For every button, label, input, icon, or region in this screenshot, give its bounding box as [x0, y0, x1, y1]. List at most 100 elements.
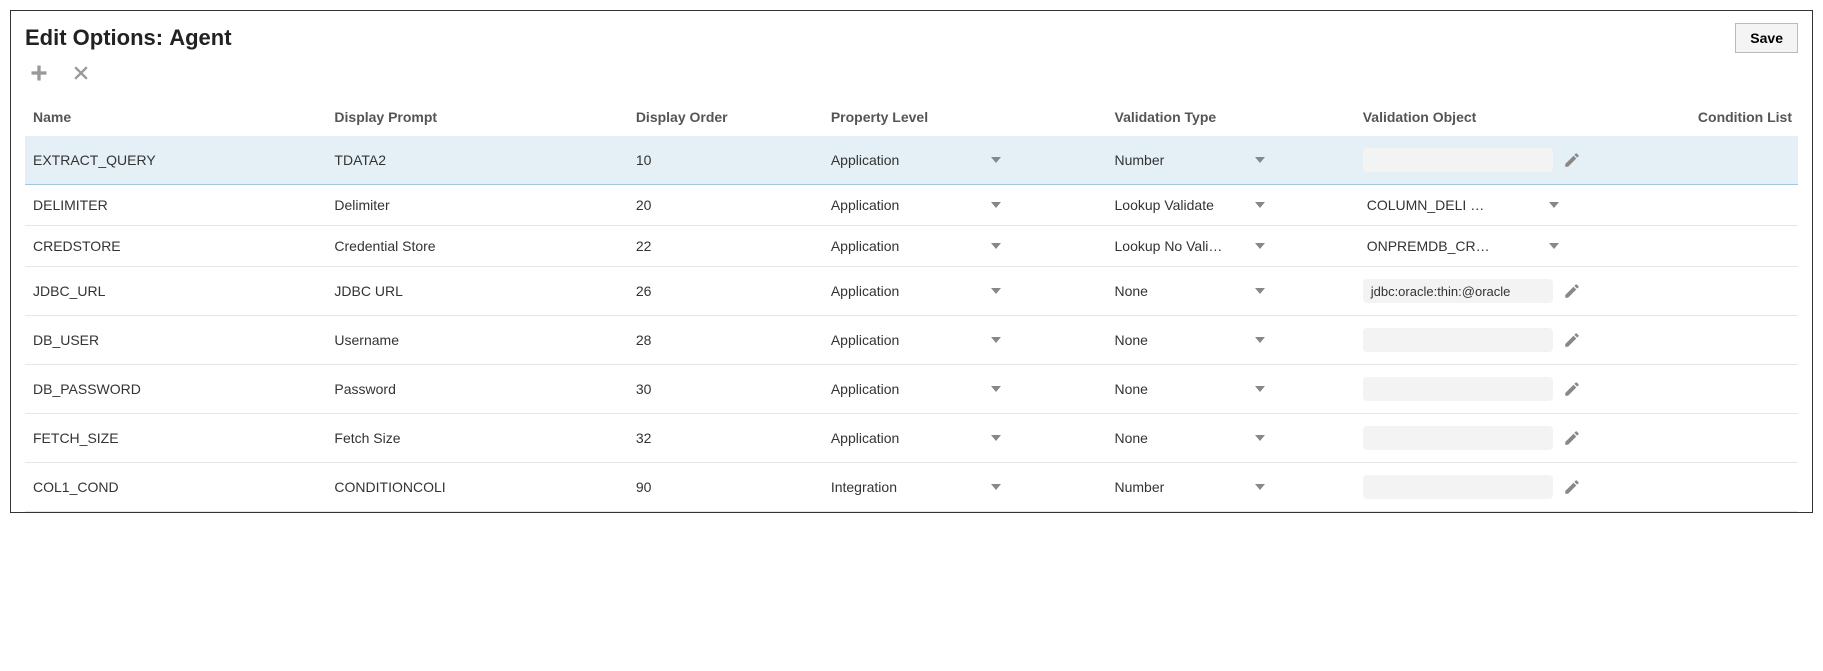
- validation-type-dropdown[interactable]: Lookup No Vali…: [1115, 238, 1265, 254]
- validation-object-dropdown[interactable]: COLUMN_DELI …: [1363, 197, 1563, 213]
- table-row[interactable]: DELIMITERDelimiter20 Application Lookup Va…: [25, 185, 1798, 226]
- table-row[interactable]: CREDSTORECredential Store22 Application Lo…: [25, 226, 1798, 267]
- validation-object-field[interactable]: [1363, 426, 1553, 450]
- chevron-down-icon: [1255, 288, 1265, 294]
- property-level-value: Application: [831, 197, 900, 213]
- validation-type-dropdown[interactable]: None: [1115, 381, 1265, 397]
- property-level-dropdown[interactable]: Application: [831, 197, 1001, 213]
- cell-display-prompt[interactable]: Username: [326, 316, 627, 365]
- validation-object-field[interactable]: jdbc:oracle:thin:@oracle: [1363, 279, 1553, 303]
- cell-validation-object: [1355, 136, 1656, 185]
- pencil-icon[interactable]: [1563, 331, 1581, 349]
- validation-type-dropdown[interactable]: None: [1115, 283, 1265, 299]
- title-prefix: Edit Options:: [25, 25, 169, 50]
- cell-name[interactable]: JDBC_URL: [25, 267, 326, 316]
- cell-display-order[interactable]: 26: [628, 267, 823, 316]
- chevron-down-icon: [991, 337, 1001, 343]
- validation-type-value: None: [1115, 381, 1148, 397]
- table-row[interactable]: FETCH_SIZEFetch Size32 Application None: [25, 414, 1798, 463]
- cell-display-prompt[interactable]: TDATA2: [326, 136, 627, 185]
- pencil-icon[interactable]: [1563, 151, 1581, 169]
- col-header-property-level[interactable]: Property Level: [823, 101, 1107, 136]
- validation-type-dropdown[interactable]: Number: [1115, 152, 1265, 168]
- property-level-dropdown[interactable]: Application: [831, 332, 1001, 348]
- table-row[interactable]: EXTRACT_QUERYTDATA210 Application Number: [25, 136, 1798, 185]
- delete-icon[interactable]: [71, 63, 91, 83]
- validation-object-value: COLUMN_DELI …: [1367, 197, 1484, 213]
- cell-name[interactable]: DB_USER: [25, 316, 326, 365]
- validation-type-value: None: [1115, 332, 1148, 348]
- cell-validation-type: None: [1107, 316, 1355, 365]
- cell-validation-type: Number: [1107, 136, 1355, 185]
- cell-validation-object: COLUMN_DELI …: [1355, 185, 1656, 226]
- cell-display-prompt[interactable]: Password: [326, 365, 627, 414]
- validation-object-field[interactable]: [1363, 148, 1553, 172]
- cell-validation-object: [1355, 414, 1656, 463]
- cell-display-order[interactable]: 30: [628, 365, 823, 414]
- pencil-icon[interactable]: [1563, 380, 1581, 398]
- table-row[interactable]: DB_USERUsername28 Application None: [25, 316, 1798, 365]
- cell-display-prompt[interactable]: Delimiter: [326, 185, 627, 226]
- cell-property-level: Application: [823, 185, 1107, 226]
- validation-object-field[interactable]: [1363, 475, 1553, 499]
- validation-object-field[interactable]: [1363, 328, 1553, 352]
- cell-display-order[interactable]: 32: [628, 414, 823, 463]
- validation-object-field[interactable]: [1363, 377, 1553, 401]
- cell-name[interactable]: FETCH_SIZE: [25, 414, 326, 463]
- col-header-validation-object[interactable]: Validation Object: [1355, 101, 1656, 136]
- cell-display-order[interactable]: 20: [628, 185, 823, 226]
- cell-display-prompt[interactable]: Fetch Size: [326, 414, 627, 463]
- table-row[interactable]: JDBC_URLJDBC URL26 Application None jdbc:or…: [25, 267, 1798, 316]
- cell-display-order[interactable]: 22: [628, 226, 823, 267]
- cell-validation-type: None: [1107, 365, 1355, 414]
- validation-type-dropdown[interactable]: None: [1115, 332, 1265, 348]
- col-header-display-prompt[interactable]: Display Prompt: [326, 101, 627, 136]
- col-header-condition-list[interactable]: Condition List: [1656, 101, 1798, 136]
- chevron-down-icon: [1255, 435, 1265, 441]
- validation-type-value: Lookup No Vali…: [1115, 238, 1223, 254]
- pencil-icon[interactable]: [1563, 282, 1581, 300]
- property-level-dropdown[interactable]: Application: [831, 152, 1001, 168]
- cell-display-prompt[interactable]: CONDITIONCOLI: [326, 463, 627, 512]
- validation-type-dropdown[interactable]: None: [1115, 430, 1265, 446]
- save-button[interactable]: Save: [1735, 23, 1798, 53]
- property-level-dropdown[interactable]: Application: [831, 238, 1001, 254]
- property-level-value: Application: [831, 381, 900, 397]
- cell-display-order[interactable]: 90: [628, 463, 823, 512]
- property-level-dropdown[interactable]: Application: [831, 430, 1001, 446]
- cell-display-order[interactable]: 10: [628, 136, 823, 185]
- property-level-dropdown[interactable]: Application: [831, 283, 1001, 299]
- cell-condition-list: [1656, 316, 1798, 365]
- col-header-validation-type[interactable]: Validation Type: [1107, 101, 1355, 136]
- validation-object-dropdown[interactable]: ONPREMDB_CR…: [1363, 238, 1563, 254]
- cell-validation-object: [1355, 316, 1656, 365]
- edit-options-panel: Edit Options: Agent Save Name Display Pr…: [10, 10, 1813, 513]
- cell-name[interactable]: EXTRACT_QUERY: [25, 136, 326, 185]
- cell-name[interactable]: COL1_COND: [25, 463, 326, 512]
- table-row[interactable]: DB_PASSWORDPassword30 Application None: [25, 365, 1798, 414]
- cell-display-order[interactable]: 28: [628, 316, 823, 365]
- cell-display-prompt[interactable]: JDBC URL: [326, 267, 627, 316]
- chevron-down-icon: [1255, 484, 1265, 490]
- chevron-down-icon: [991, 386, 1001, 392]
- property-level-value: Application: [831, 283, 900, 299]
- pencil-icon[interactable]: [1563, 478, 1581, 496]
- validation-type-value: Lookup Validate: [1115, 197, 1214, 213]
- cell-name[interactable]: CREDSTORE: [25, 226, 326, 267]
- validation-type-value: Number: [1115, 152, 1165, 168]
- col-header-display-order[interactable]: Display Order: [628, 101, 823, 136]
- property-level-dropdown[interactable]: Integration: [831, 479, 1001, 495]
- cell-condition-list: [1656, 267, 1798, 316]
- cell-display-prompt[interactable]: Credential Store: [326, 226, 627, 267]
- validation-type-value: None: [1115, 283, 1148, 299]
- toolbar: [29, 63, 1798, 83]
- pencil-icon[interactable]: [1563, 429, 1581, 447]
- validation-type-dropdown[interactable]: Lookup Validate: [1115, 197, 1265, 213]
- add-icon[interactable]: [29, 63, 49, 83]
- cell-name[interactable]: DELIMITER: [25, 185, 326, 226]
- col-header-name[interactable]: Name: [25, 101, 326, 136]
- cell-name[interactable]: DB_PASSWORD: [25, 365, 326, 414]
- table-row[interactable]: COL1_CONDCONDITIONCOLI90 Integration Numbe…: [25, 463, 1798, 512]
- property-level-dropdown[interactable]: Application: [831, 381, 1001, 397]
- validation-type-dropdown[interactable]: Number: [1115, 479, 1265, 495]
